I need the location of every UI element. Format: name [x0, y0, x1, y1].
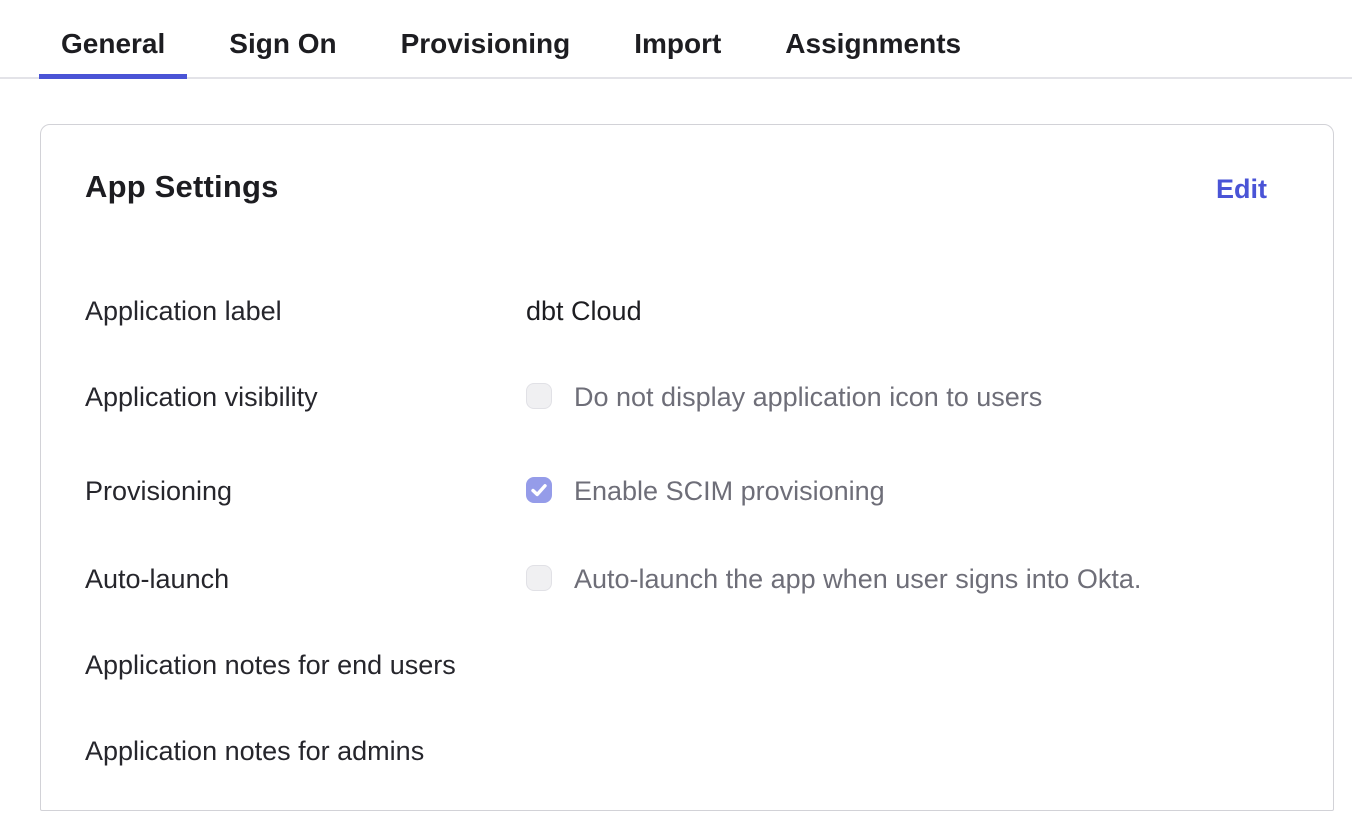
row-notes-admins: Application notes for admins — [85, 737, 1289, 765]
row-provisioning: Provisioning Enable SCIM provisioning — [85, 477, 1289, 505]
row-application-visibility: Application visibility Do not display ap… — [85, 383, 1289, 411]
application-label-value: dbt Cloud — [526, 297, 642, 325]
tab-sign-on[interactable]: Sign On — [207, 0, 358, 77]
checkbox-caption[interactable]: Enable SCIM provisioning — [574, 477, 885, 505]
field-label: Application notes for admins — [85, 737, 526, 765]
settings-rows: Application label dbt Cloud Application … — [85, 297, 1289, 765]
edit-button[interactable]: Edit — [1216, 169, 1267, 209]
scim-provisioning-checkbox[interactable] — [526, 477, 552, 503]
card-title: App Settings — [85, 167, 279, 207]
provisioning-checkbox-wrap: Enable SCIM provisioning — [526, 477, 885, 505]
app-tab-bar: General Sign On Provisioning Import Assi… — [0, 0, 1352, 79]
card-header: App Settings Edit — [85, 167, 1289, 209]
field-label: Application label — [85, 297, 526, 325]
app-settings-card: App Settings Edit Application label dbt … — [40, 124, 1334, 811]
field-label: Application notes for end users — [85, 651, 526, 679]
tab-assignments[interactable]: Assignments — [763, 0, 983, 77]
field-label: Auto-launch — [85, 565, 526, 593]
row-notes-end-users: Application notes for end users — [85, 651, 1289, 679]
tab-general[interactable]: General — [39, 0, 187, 77]
checkbox-caption[interactable]: Do not display application icon to users — [574, 383, 1042, 411]
auto-launch-checkbox[interactable] — [526, 565, 552, 591]
checkbox-caption[interactable]: Auto-launch the app when user signs into… — [574, 565, 1141, 593]
application-visibility-checkbox-wrap: Do not display application icon to users — [526, 383, 1042, 411]
row-auto-launch: Auto-launch Auto-launch the app when use… — [85, 565, 1289, 593]
tab-import[interactable]: Import — [612, 0, 743, 77]
field-label: Provisioning — [85, 477, 526, 505]
tab-provisioning[interactable]: Provisioning — [379, 0, 593, 77]
auto-launch-checkbox-wrap: Auto-launch the app when user signs into… — [526, 565, 1141, 593]
application-visibility-checkbox[interactable] — [526, 383, 552, 409]
row-application-label: Application label dbt Cloud — [85, 297, 1289, 325]
field-label: Application visibility — [85, 383, 526, 411]
checkmark-icon — [530, 481, 548, 499]
